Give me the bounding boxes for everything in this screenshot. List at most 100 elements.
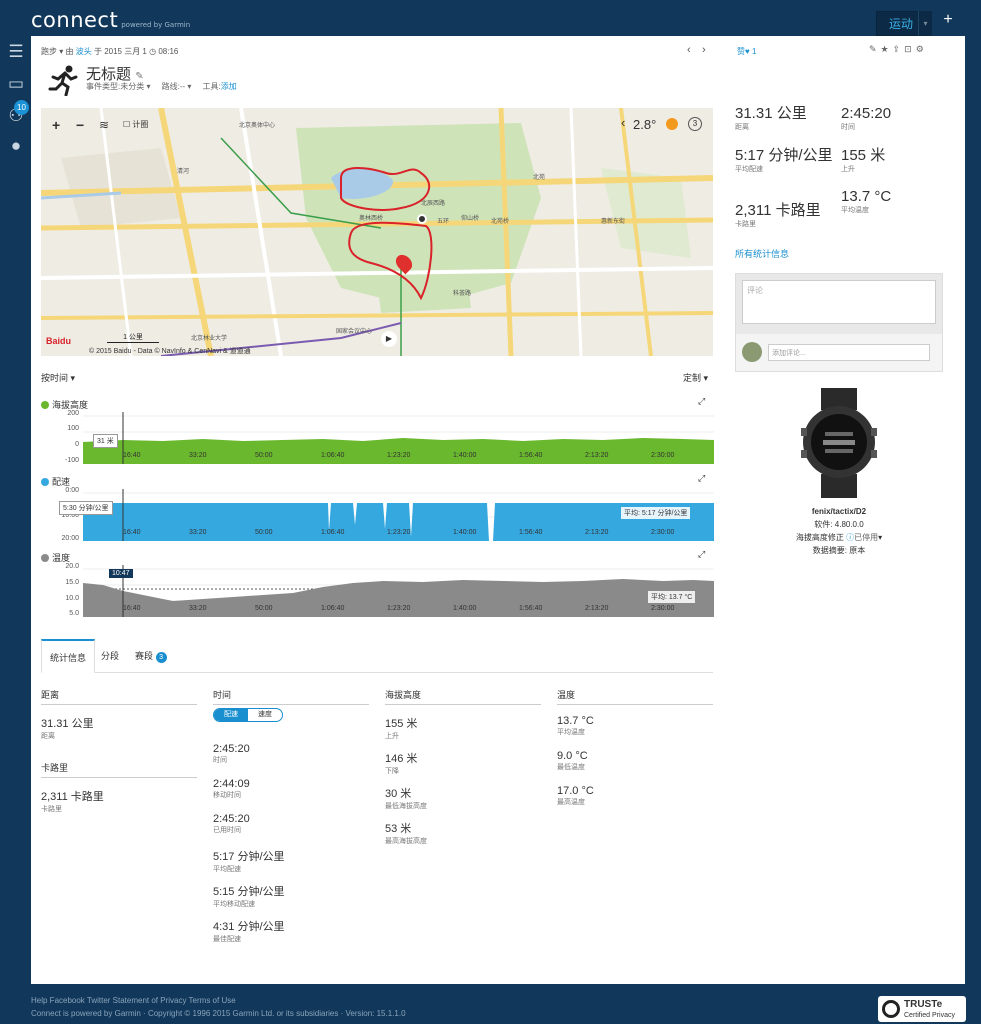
x-tick: 2:30:00 <box>651 605 675 612</box>
route-select[interactable]: -- <box>180 82 185 91</box>
customize-label: 定制 <box>683 373 702 383</box>
stats-time-column: 时间 <box>213 688 369 705</box>
customize-select[interactable]: 定制 ▾ <box>683 371 708 384</box>
stat-value: 5:17 分钟/公里 <box>213 851 285 863</box>
activity-details: 事件类型:未分类 ▾ 路线:-- ▾ 工具:添加 <box>86 82 237 91</box>
layers-icon[interactable]: ≋ <box>99 118 109 132</box>
weather-prev-icon[interactable]: ‹ <box>621 115 625 130</box>
lock-icon[interactable]: ⊡ <box>904 44 916 54</box>
summary-distance-label: 距离 <box>735 124 749 131</box>
map-canvas <box>41 108 713 356</box>
chevron-down-icon[interactable]: ▾ <box>59 47 63 56</box>
heart-icon[interactable]: ♥ <box>745 47 750 56</box>
pace-marker: 5:30 分钟/公里 <box>59 501 113 515</box>
elev-corr-select[interactable]: 已停用 <box>854 533 878 542</box>
zoom-out-button[interactable]: − <box>76 117 84 133</box>
footer-links[interactable]: Help Facebook Twitter Statement of Priva… <box>31 994 406 1007</box>
x-axis-mode-select[interactable]: 按时间 ▾ <box>41 371 75 384</box>
expand-icon[interactable]: ⤢ <box>698 473 705 484</box>
y-tick: 0:00 <box>65 487 79 494</box>
inbox-icon[interactable]: ▭ <box>6 74 26 94</box>
calories-value: 2,311 卡路里 <box>41 791 104 803</box>
tab-stats[interactable]: 统计信息 <box>41 639 96 673</box>
activity-date: 2015 三月 1 <box>104 47 147 56</box>
edit-icon[interactable]: ✎ <box>869 44 881 54</box>
pace-speed-toggle[interactable]: 配速 速度 <box>213 708 283 722</box>
user-link[interactable]: 波头 <box>76 47 92 56</box>
x-tick: 33:20 <box>189 529 207 536</box>
add-comment-input[interactable]: 添加评论... <box>768 344 930 361</box>
temperature-marker: 10:47 <box>109 569 133 578</box>
star-icon[interactable]: ★ <box>881 44 893 54</box>
x-tick: 1:06:40 <box>321 605 345 612</box>
gear-icon[interactable]: ⚙ <box>916 44 928 54</box>
temperature-title-text: 温度 <box>52 553 71 563</box>
weather-count[interactable]: 3 <box>688 117 702 131</box>
tab-segments[interactable]: 赛段 3 <box>127 639 175 673</box>
expand-icon[interactable]: ⤢ <box>698 549 705 560</box>
lap-toggle[interactable]: ☐ 计圈 <box>123 119 148 130</box>
add-button[interactable]: + <box>940 11 956 29</box>
summary-calories-label: 卡路里 <box>735 221 756 228</box>
list-item: 53 米最高海拔高度 <box>385 820 541 855</box>
stat-label: 最高海拔高度 <box>385 838 427 845</box>
x-tick: 1:23:20 <box>387 529 411 536</box>
y-tick: 200 <box>67 410 79 417</box>
tab-laps[interactable]: 分段 <box>93 639 127 673</box>
menu-icon[interactable]: ☰ <box>6 42 26 62</box>
tools-add-link[interactable]: 添加 <box>221 82 237 91</box>
prev-activity-icon[interactable]: ‹ <box>687 44 691 56</box>
toggle-pace[interactable]: 配速 <box>214 709 248 721</box>
stat-value: 2:44:09 <box>213 778 250 790</box>
baidu-logo: Baidu <box>46 336 72 346</box>
like-area[interactable]: 赞♥ 1 <box>737 46 756 57</box>
list-item: 2:45:20 时间 <box>213 743 285 778</box>
running-icon <box>47 64 79 97</box>
next-activity-icon[interactable]: › <box>702 44 706 56</box>
expand-icon[interactable]: ⤢ <box>698 396 705 407</box>
toggle-speed[interactable]: 速度 <box>248 709 282 721</box>
device-name[interactable]: fenix/tactix/D2 <box>735 505 943 518</box>
all-stats-link[interactable]: 所有统计信息 <box>735 247 789 260</box>
x-tick: 1:23:20 <box>387 452 411 459</box>
zoom-in-button[interactable]: + <box>52 117 60 133</box>
y-tick: 10.0 <box>65 595 79 602</box>
elevation-chart[interactable]: 31 米 16:40 33:20 50:00 1:06:40 1:23:20 1… <box>83 412 714 464</box>
summary-pace-value: 5:17 分钟/公里 <box>735 147 833 164</box>
list-item: 2:44:09 移动时间 <box>213 778 285 813</box>
y-tick: 20.0 <box>65 563 79 570</box>
stat-value: 146 米 <box>385 753 418 765</box>
elevation-title-text: 海拔高度 <box>52 400 89 410</box>
y-tick: 100 <box>67 425 79 432</box>
start-marker-icon[interactable] <box>417 214 427 224</box>
truste-badge[interactable]: TRUSTe Certified Privacy <box>878 996 966 1022</box>
data-summary-label: 数据摘要: <box>812 546 847 555</box>
temperature-chart[interactable]: 10:47 平均: 13.7 °C 16:40 33:20 50:00 1:06… <box>83 565 714 617</box>
stat-label: 最低温度 <box>557 764 585 771</box>
pace-chart[interactable]: 5:30 分钟/公里 平均: 5:17 分钟/公里 16:40 33:20 50… <box>59 489 714 541</box>
map-scale: 1 公里 <box>107 332 159 343</box>
footer: Help Facebook Twitter Statement of Priva… <box>31 994 406 1020</box>
help-icon[interactable]: ⓘ <box>846 533 854 542</box>
activity-map[interactable]: + − ≋ ☐ 计圈 ‹ 2.8° 3 ▶ Baidu 1 公里 © 2015 … <box>41 108 713 356</box>
event-type-select[interactable]: 未分类 <box>120 82 144 91</box>
profile-icon[interactable]: ● <box>6 136 26 156</box>
x-tick: 1:40:00 <box>453 452 477 459</box>
activity-time: 08:16 <box>158 47 179 56</box>
share-icon[interactable]: ⇪ <box>893 44 905 54</box>
comment-textarea[interactable]: 评论 <box>742 280 936 324</box>
temperature-dot <box>41 554 49 562</box>
device-image <box>801 388 877 498</box>
play-icon[interactable]: ▶ <box>381 331 397 347</box>
sport-menu-caret[interactable]: ▾ <box>918 11 932 36</box>
tab-segments-label: 赛段 <box>135 651 154 661</box>
truste-subtext: Certified Privacy <box>904 1012 955 1019</box>
stat-label: 移动时间 <box>213 792 241 799</box>
stat-value: 2:45:20 <box>213 813 250 825</box>
list-item: 155 米上升 <box>385 715 541 750</box>
pace-average: 平均: 5:17 分钟/公里 <box>621 507 691 519</box>
activity-type[interactable]: 跑步 <box>41 47 57 56</box>
connect-logo[interactable]: connect powered by Garmin <box>31 8 190 32</box>
list-item: 146 米下降 <box>385 750 541 785</box>
route-label: 路线: <box>161 82 180 91</box>
